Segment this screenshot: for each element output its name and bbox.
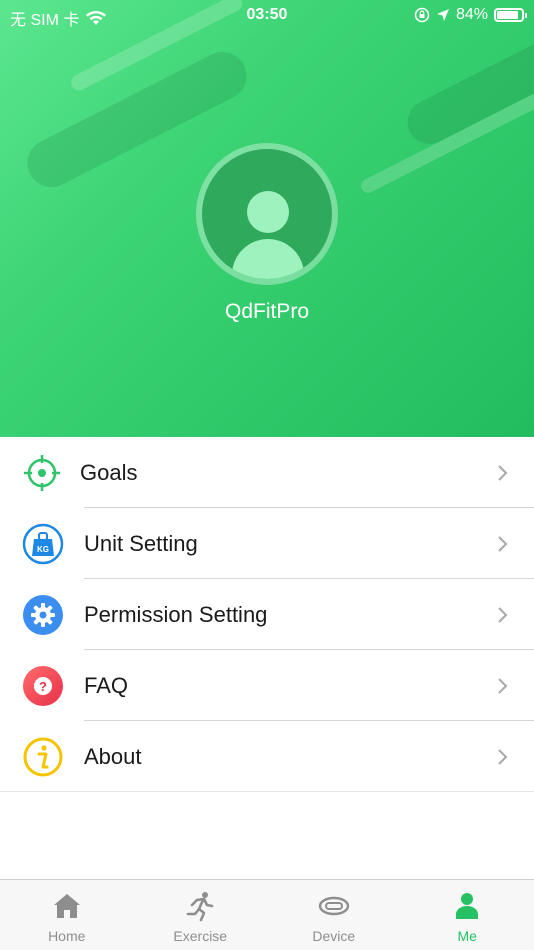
tab-label-exercise: Exercise	[173, 928, 228, 944]
menu-item-faq[interactable]: ? FAQ	[0, 650, 534, 721]
tab-device[interactable]: Device	[267, 880, 401, 950]
svg-text:KG: KG	[37, 545, 49, 554]
menu-label-permission-setting: Permission Setting	[84, 601, 268, 627]
menu-item-permission-setting[interactable]: Permission Setting	[0, 579, 534, 650]
status-bar: 无 SIM 卡 03:50 84%	[0, 0, 534, 30]
tab-label-me: Me	[457, 928, 477, 944]
running-icon	[186, 892, 214, 922]
chevron-right-icon	[498, 464, 508, 481]
menu-label-goals: Goals	[80, 459, 138, 485]
chevron-right-icon	[498, 606, 508, 623]
band-icon	[318, 896, 349, 916]
avatar-placeholder	[202, 149, 332, 279]
location-arrow-icon	[436, 9, 449, 21]
kg-weight-icon: KG	[22, 523, 64, 564]
chevron-right-icon	[498, 677, 508, 694]
settings-menu: Goals KG Unit Setting Permission Setting…	[0, 437, 534, 792]
info-icon	[23, 737, 63, 776]
chevron-right-icon	[498, 535, 508, 552]
tab-bar: Home Exercise Device Me	[0, 879, 534, 950]
avatar-head-shape	[247, 191, 289, 233]
chevron-right-icon	[498, 748, 508, 765]
menu-label-unit-setting: Unit Setting	[84, 530, 198, 556]
battery-icon	[494, 8, 527, 22]
person-icon	[456, 893, 479, 919]
gear-icon	[23, 594, 63, 635]
menu-label-faq: FAQ	[84, 672, 129, 698]
menu-divider	[0, 791, 534, 792]
status-right: 84%	[414, 6, 527, 24]
username: QdFitPro	[224, 300, 310, 323]
avatar-body-shape	[232, 239, 304, 279]
menu-item-unit-setting[interactable]: KG Unit Setting	[0, 508, 534, 579]
menu-item-goals[interactable]: Goals	[0, 437, 534, 508]
battery-percent: 84%	[455, 6, 488, 23]
tab-exercise[interactable]: Exercise	[134, 880, 268, 950]
orientation-lock-icon	[414, 7, 430, 23]
menu-label-about: About	[84, 743, 142, 769]
menu-item-about[interactable]: About	[0, 721, 534, 792]
target-icon	[24, 454, 60, 491]
tab-label-home: Home	[48, 928, 86, 944]
avatar[interactable]	[196, 143, 338, 285]
tab-home[interactable]: Home	[0, 880, 134, 950]
tab-label-device: Device	[312, 928, 356, 944]
question-icon: ?	[23, 665, 63, 706]
svg-text:?: ?	[39, 679, 47, 694]
tab-me[interactable]: Me	[401, 880, 534, 950]
home-icon	[53, 894, 80, 918]
profile-header: 无 SIM 卡 03:50 84% QdFitPro	[0, 0, 534, 437]
